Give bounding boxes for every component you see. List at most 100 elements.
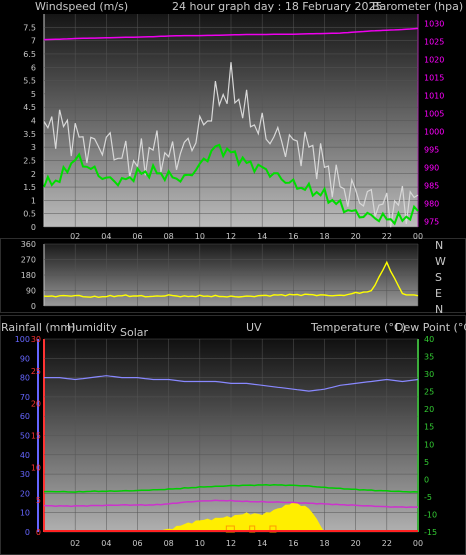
direction-y-tick-label: 270 <box>21 256 36 265</box>
weather-graph-svg: Windspeed (m/s) 24 hour graph day : 18 F… <box>0 0 466 555</box>
humidity-y-tick-label: 90 <box>20 354 30 363</box>
rain-y-tick-label: 0 <box>36 528 41 537</box>
wind-y-tick-label: 3.5 <box>23 130 36 139</box>
rain-y-tick-label: 20 <box>31 399 41 408</box>
direction-label-n-bottom: N <box>435 303 443 316</box>
temp-y-tick-label: 10 <box>424 440 434 449</box>
humidity-y-tick-label: 30 <box>20 470 30 479</box>
humidity-y-tick-label: 70 <box>20 393 30 402</box>
baro-y-tick-label: 1025 <box>424 37 444 46</box>
wind-y-tick-label: 3 <box>31 143 36 152</box>
baro-y-tick-label: 1000 <box>424 127 444 136</box>
temp-y-tick-label: -10 <box>424 510 437 519</box>
weather-graph: Windspeed (m/s) 24 hour graph day : 18 F… <box>0 0 466 555</box>
rain-y-tick-label: 15 <box>31 432 41 441</box>
wind-y-tick-label: 2 <box>31 170 36 179</box>
baro-y-tick-label: 1010 <box>424 91 444 100</box>
wind-y-tick-label: 1.5 <box>23 183 36 192</box>
humidity-y-tick-label: 100 <box>15 335 30 344</box>
wind-x-tick-label: 08 <box>164 232 174 241</box>
temp-y-tick-label: -15 <box>424 528 437 537</box>
temp-x-tick-label: 22 <box>382 539 392 548</box>
wind-y-tick-label: 6 <box>31 63 36 72</box>
rain-y-tick-label: 10 <box>31 464 41 473</box>
temp-x-tick-label: 10 <box>195 539 205 548</box>
temp-y-tick-label: 25 <box>424 388 434 397</box>
temp-y-tick-label: 0 <box>424 475 429 484</box>
temp-x-tick-label: 18 <box>319 539 329 548</box>
wind-y-tick-label: 7 <box>31 37 36 46</box>
wind-x-tick-label: 16 <box>288 232 298 241</box>
rainfall-axis-title: Rainfall (mm) <box>1 321 75 334</box>
wind-x-tick-label: 10 <box>195 232 205 241</box>
temp-y-tick-label: 40 <box>424 335 434 344</box>
temp-x-tick-label: 04 <box>101 539 111 548</box>
humidity-y-tick-label: 10 <box>20 509 30 518</box>
temp-y-tick-label: 35 <box>424 353 434 362</box>
baro-y-tick-label: 980 <box>424 200 439 209</box>
temp-y-tick-label: 30 <box>424 370 434 379</box>
rain-y-tick-label: 30 <box>31 335 41 344</box>
wind-x-tick-label: 06 <box>132 232 142 241</box>
baro-y-tick-label: 990 <box>424 164 439 173</box>
humidity-y-tick-label: 0 <box>25 528 30 537</box>
rain-y-tick-label: 5 <box>36 496 41 505</box>
wind-x-tick-label: 18 <box>319 232 329 241</box>
wind-y-tick-label: 6.5 <box>23 50 36 59</box>
wind-x-tick-label: 02 <box>70 232 80 241</box>
temp-y-tick-label: 20 <box>424 405 434 414</box>
wind-x-tick-label: 04 <box>101 232 111 241</box>
direction-label-n-top: N <box>435 239 443 252</box>
humidity-y-tick-label: 60 <box>20 412 30 421</box>
temp-x-tick-label: 12 <box>226 539 236 548</box>
direction-y-tick-label: 180 <box>21 271 36 280</box>
wind-y-tick-label: 7.5 <box>23 23 36 32</box>
wind-y-tick-label: 0.5 <box>23 210 36 219</box>
wind-x-tick-label: 20 <box>351 232 361 241</box>
wind-x-tick-label: 00 <box>413 232 423 241</box>
temp-x-tick-label: 00 <box>413 539 423 548</box>
wind-y-tick-label: 0 <box>31 223 36 232</box>
humidity-axis-title: Humidity <box>67 321 117 334</box>
uv-legend-label: UV <box>246 321 262 334</box>
direction-label-e: E <box>435 287 442 300</box>
temp-y-tick-label: 5 <box>424 458 429 467</box>
temp-x-tick-label: 08 <box>164 539 174 548</box>
temp-x-tick-label: 20 <box>351 539 361 548</box>
barometer-axis-title: Barometer (hpa) <box>372 0 463 13</box>
humidity-y-tick-label: 20 <box>20 489 30 498</box>
baro-y-tick-label: 1015 <box>424 73 444 82</box>
wind-y-tick-label: 1 <box>31 196 36 205</box>
humidity-y-tick-label: 40 <box>20 451 30 460</box>
wind-x-tick-label: 22 <box>382 232 392 241</box>
temp-y-tick-label: 15 <box>424 423 434 432</box>
direction-label-w: W <box>435 255 446 268</box>
dewpoint-axis-title: Dew Point (°C) <box>395 321 466 334</box>
temp-x-tick-label: 06 <box>132 539 142 548</box>
wind-y-tick-label: 2.5 <box>23 156 36 165</box>
baro-y-tick-label: 1020 <box>424 55 444 64</box>
wind-y-tick-label: 5 <box>31 90 36 99</box>
temp-x-tick-label: 02 <box>70 539 80 548</box>
rain-y-tick-label: 25 <box>31 367 41 376</box>
baro-y-tick-label: 985 <box>424 182 439 191</box>
direction-y-tick-label: 0 <box>31 302 36 311</box>
wind-x-tick-label: 14 <box>257 232 267 241</box>
direction-y-tick-label: 90 <box>26 287 36 296</box>
humidity-y-tick-label: 50 <box>20 432 30 441</box>
temp-x-tick-label: 14 <box>257 539 267 548</box>
temperature-axis-title: Temperature (°C) <box>310 321 406 334</box>
graph-title: 24 hour graph day : 18 February 2025 <box>172 0 383 13</box>
humidity-y-tick-label: 80 <box>20 374 30 383</box>
windspeed-axis-title: Windspeed (m/s) <box>35 0 128 13</box>
wind-x-tick-label: 12 <box>226 232 236 241</box>
temp-y-tick-label: -5 <box>424 493 432 502</box>
baro-y-tick-label: 1005 <box>424 109 444 118</box>
baro-y-tick-label: 1030 <box>424 19 444 28</box>
direction-label-s: S <box>435 271 442 284</box>
solar-legend-label: Solar <box>120 326 149 339</box>
wind-y-tick-label: 4 <box>31 117 36 126</box>
direction-y-tick-label: 360 <box>21 240 36 249</box>
temp-x-tick-label: 16 <box>288 539 298 548</box>
wind-y-tick-label: 4.5 <box>23 103 36 112</box>
